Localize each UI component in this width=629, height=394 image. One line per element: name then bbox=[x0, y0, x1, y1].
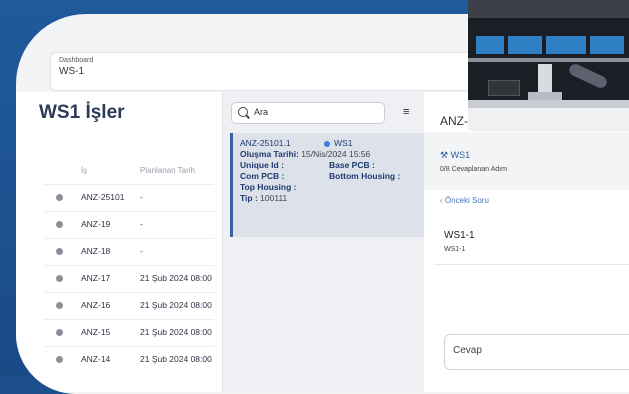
bottom-housing-line: Bottom Housing : bbox=[329, 171, 400, 181]
photo-floor bbox=[468, 108, 629, 131]
divider bbox=[434, 264, 629, 265]
photo-bin bbox=[546, 36, 586, 54]
tip-line: Tip : 100111 bbox=[240, 193, 287, 203]
photo-bin bbox=[476, 36, 504, 54]
top-housing-line: Top Housing : bbox=[240, 182, 297, 192]
unique-id-label: Unique Id : bbox=[240, 160, 284, 170]
column-header-job: İş bbox=[81, 166, 88, 175]
search-input[interactable]: Ara bbox=[231, 102, 385, 124]
task-workstation: WS1 bbox=[324, 138, 352, 148]
status-dot-icon bbox=[56, 356, 63, 363]
previous-question-label: Önceki Soru bbox=[444, 196, 489, 205]
previous-question-button[interactable]: ‹ Önceki Soru bbox=[440, 196, 489, 205]
task-code: ANZ-25101.1 bbox=[240, 138, 291, 148]
column-header-planned-date: Planlanan Tarih bbox=[140, 166, 196, 175]
search-placeholder: Ara bbox=[254, 107, 269, 117]
table-row[interactable]: ANZ-16 21 Şub 2024 08:00 bbox=[44, 292, 214, 319]
answer-input[interactable]: Cevap bbox=[444, 334, 629, 370]
unique-id-line: Unique Id : bbox=[240, 160, 284, 170]
tip-label: Tip : bbox=[240, 193, 258, 203]
job-id: ANZ-19 bbox=[81, 219, 111, 229]
table-row[interactable]: ANZ-17 21 Şub 2024 08:00 bbox=[44, 265, 214, 292]
job-date: 21 Şub 2024 08:00 bbox=[140, 327, 212, 337]
job-id: ANZ-15 bbox=[81, 327, 111, 337]
com-pcb-line: Com PCB : bbox=[240, 171, 284, 181]
workstation-link[interactable]: ⚒ WS1 bbox=[440, 150, 470, 161]
photo-table bbox=[468, 100, 629, 108]
answer-placeholder: Cevap bbox=[453, 345, 482, 356]
breadcrumb-item: WS-1 bbox=[59, 66, 84, 77]
table-row[interactable]: ANZ-18 - bbox=[44, 238, 214, 265]
table-row[interactable]: ANZ-19 - bbox=[44, 211, 214, 238]
question-title: WS1-1 bbox=[444, 230, 475, 241]
task-list-panel: Ara ≡ ANZ-25101.1 WS1 Oluşma Tarihi: 15/… bbox=[222, 92, 428, 392]
job-id: ANZ-16 bbox=[81, 300, 111, 310]
job-id: ANZ-14 bbox=[81, 354, 111, 364]
photo-ceiling bbox=[468, 0, 629, 18]
jobs-panel: WS1 İşler İş Planlanan Tarih ANZ-25101 -… bbox=[16, 92, 222, 392]
answered-count: 0/8 Cevaplanan Adım bbox=[440, 166, 507, 173]
top-housing-label: Top Housing : bbox=[240, 182, 297, 192]
question-subtitle: WS1-1 bbox=[444, 246, 466, 253]
table-row[interactable]: ANZ-15 21 Şub 2024 08:00 bbox=[44, 319, 214, 346]
photo-device bbox=[488, 80, 520, 96]
table-row[interactable]: ANZ-14 21 Şub 2024 08:00 bbox=[44, 346, 214, 373]
photo-bin bbox=[590, 36, 624, 54]
status-dot-icon bbox=[56, 221, 63, 228]
page-title: WS1 İşler bbox=[39, 102, 125, 123]
tip-value: 100111 bbox=[260, 193, 288, 203]
task-card[interactable]: ANZ-25101.1 WS1 Oluşma Tarihi: 15/Nis/20… bbox=[230, 133, 428, 237]
table-row[interactable]: ANZ-25101 - bbox=[44, 184, 214, 211]
job-date: - bbox=[140, 246, 143, 256]
com-pcb-label: Com PCB : bbox=[240, 171, 285, 181]
question-panel: ANZ-25 ⚒ WS1 0/8 Cevaplanan Adım ‹ Öncek… bbox=[424, 92, 629, 392]
search-icon bbox=[238, 107, 248, 117]
photo-cable bbox=[567, 62, 609, 90]
base-pcb-line: Base PCB : bbox=[329, 160, 375, 170]
status-dot-icon bbox=[56, 329, 63, 336]
created-value: 15/Nis/2024 15:56 bbox=[301, 149, 371, 159]
photo-shelf bbox=[468, 58, 629, 62]
status-dot-icon bbox=[56, 248, 63, 255]
job-date: - bbox=[140, 192, 143, 202]
job-date: 21 Şub 2024 08:00 bbox=[140, 300, 212, 310]
base-pcb-label: Base PCB : bbox=[329, 160, 375, 170]
status-dot-icon bbox=[56, 275, 63, 282]
photo-bin bbox=[508, 36, 542, 54]
status-dot-icon bbox=[56, 194, 63, 201]
job-id: ANZ-25101 bbox=[81, 192, 125, 202]
job-date: 21 Şub 2024 08:00 bbox=[140, 273, 212, 283]
job-id: ANZ-18 bbox=[81, 246, 111, 256]
breadcrumb-section: Dashboard bbox=[59, 57, 94, 64]
job-id: ANZ-17 bbox=[81, 273, 111, 283]
workstation-photo bbox=[468, 0, 629, 131]
created-line: Oluşma Tarihi: 15/Nis/2024 15:56 bbox=[240, 149, 370, 159]
job-date: 21 Şub 2024 08:00 bbox=[140, 354, 212, 364]
bottom-housing-label: Bottom Housing : bbox=[329, 171, 401, 181]
status-dot-icon bbox=[56, 302, 63, 309]
question-header bbox=[424, 132, 629, 190]
workstation-link-label: WS1 bbox=[450, 150, 471, 160]
created-label: Oluşma Tarihi: bbox=[240, 149, 299, 159]
filter-icon[interactable]: ≡ bbox=[403, 106, 409, 118]
job-date: - bbox=[140, 219, 143, 229]
